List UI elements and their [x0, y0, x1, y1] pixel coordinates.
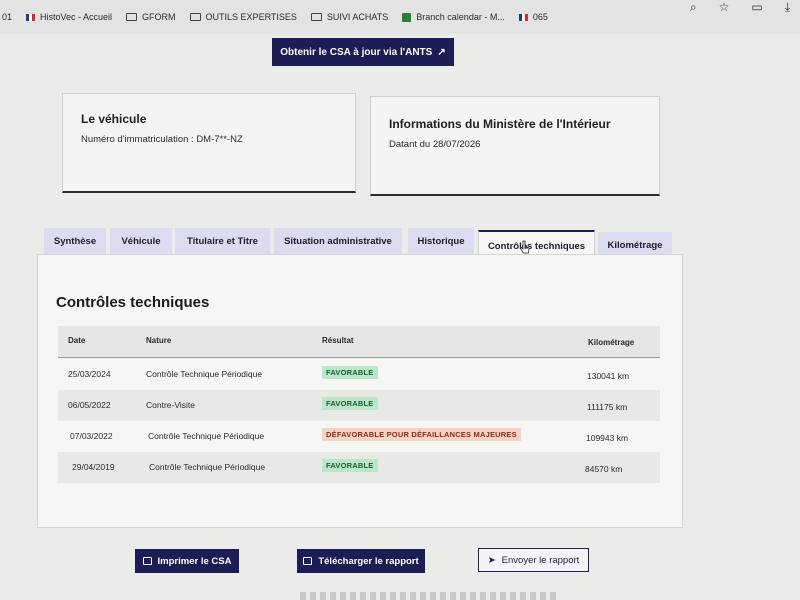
header-date: Date [68, 336, 86, 345]
table-row: 07/03/2022 Contrôle Technique Périodique… [58, 421, 660, 452]
send-icon: ➤ [487, 554, 496, 566]
vehicle-card: Le véhicule Numéro d'immatriculation : D… [62, 93, 356, 193]
folder-icon [310, 13, 322, 21]
print-csa-label: Imprimer le CSA [157, 555, 232, 567]
row-nature: Contre-Visite [146, 400, 195, 410]
search-icon[interactable]: ⌕ [690, 0, 697, 14]
calendar-icon [402, 12, 412, 22]
bookmark-label: SUIVI ACHATS [326, 12, 389, 22]
row-date: 25/03/2024 [68, 369, 111, 379]
french-flag-icon [518, 13, 528, 21]
row-km: 109943 km [586, 433, 629, 443]
ministry-date: Datant du 28/07/2026 [389, 139, 481, 150]
header-kilometrage: Kilométrage [588, 338, 635, 347]
row-km: 111175 km [587, 402, 628, 412]
registration-number: Numéro d'immatriculation : DM-7**-NZ [81, 134, 243, 145]
send-report-label: Envoyer le rapport [501, 554, 580, 566]
mouse-cursor-icon [520, 240, 530, 254]
tab-label: Véhicule [121, 235, 161, 247]
status-badge: FAVORABLE [322, 459, 378, 472]
table-header: Date Nature Résultat Kilométrage [58, 326, 660, 358]
bookmark-outils-expertises[interactable]: OUTILS EXPERTISES [189, 12, 297, 22]
header-nature: Nature [146, 336, 172, 345]
status-badge: FAVORABLE [322, 397, 378, 410]
bookmark-label: OUTILS EXPERTISES [205, 12, 297, 22]
tab-titulaire[interactable]: Titulaire et Titre [175, 228, 270, 254]
table-row: 06/05/2022 Contre-Visite FAVORABLE 11117… [58, 390, 660, 421]
tab-situation-administrative[interactable]: Situation administrative [274, 228, 402, 254]
ministry-card: Informations du Ministère de l'Intérieur… [370, 96, 660, 196]
tab-historique[interactable]: Historique [408, 228, 474, 254]
bookmark-065[interactable]: 065 [518, 12, 548, 22]
tab-label: Titulaire et Titre [187, 235, 258, 247]
bookmarks-bar: 01 HistoVec - Accueil GFORM OUTILS EXPER… [0, 0, 800, 34]
row-date: 06/05/2022 [68, 400, 111, 410]
tab-label: Synthèse [53, 235, 97, 247]
row-km: 84570 km [585, 464, 623, 474]
bookmarks-prefix: 01 [2, 12, 13, 22]
bookmark-label: Branch calendar - M... [416, 12, 505, 22]
extensions-icon[interactable]: ▭ [751, 0, 762, 14]
download-report-button[interactable]: Télécharger le rapport [297, 549, 425, 573]
section-title: Contrôles techniques [56, 294, 210, 311]
tab-label: Contrôles techniques [487, 240, 586, 252]
table-row: 25/03/2024 Contrôle Technique Périodique… [58, 359, 660, 390]
printer-icon [142, 557, 152, 565]
header-resultat: Résultat [322, 336, 354, 345]
star-icon[interactable]: ☆ [719, 0, 730, 14]
download-icon[interactable]: ⤓ [785, 0, 790, 14]
bookmark-label: 065 [532, 12, 548, 22]
bookmark-histovec[interactable]: HistoVec - Accueil [26, 12, 112, 22]
bookmark-label: GFORM [142, 12, 176, 22]
obtain-csa-button[interactable]: Obtenir le CSA à jour via l'ANTS ↗ [272, 38, 454, 66]
tab-vehicule[interactable]: Véhicule [110, 228, 172, 254]
row-km: 130041 km [587, 371, 630, 381]
browser-controls: ⌕ ☆ ▭ ⤓ [690, 0, 790, 14]
send-report-button[interactable]: ➤ Envoyer le rapport [478, 548, 589, 572]
bookmark-branch-calendar[interactable]: Branch calendar - M... [402, 12, 505, 22]
row-nature: Contrôle Technique Périodique [146, 369, 263, 379]
row-date: 07/03/2022 [70, 431, 113, 441]
bookmark-suivi-achats[interactable]: SUIVI ACHATS [310, 12, 389, 22]
footer-text-fragment [300, 592, 560, 600]
row-nature: Contrôle Technique Périodique [148, 431, 265, 441]
tab-label: Historique [417, 235, 465, 247]
bookmark-gform[interactable]: GFORM [126, 12, 176, 22]
table-row: 29/04/2019 Contrôle Technique Périodique… [58, 452, 660, 483]
obtain-csa-label: Obtenir le CSA à jour via l'ANTS [280, 46, 433, 58]
print-csa-button[interactable]: Imprimer le CSA [135, 549, 239, 573]
status-badge: FAVORABLE [322, 366, 378, 379]
french-flag-icon [26, 13, 36, 21]
external-link-icon: ↗ [437, 46, 446, 58]
tab-synthese[interactable]: Synthèse [44, 228, 106, 254]
folder-icon [189, 13, 201, 21]
tab-label: Kilométrage [607, 239, 663, 251]
printer-icon [303, 557, 313, 565]
row-date: 29/04/2019 [72, 462, 115, 472]
tab-label: Situation administrative [284, 235, 392, 247]
download-report-label: Télécharger le rapport [318, 555, 419, 567]
row-nature: Contrôle Technique Périodique [149, 462, 266, 472]
bookmark-label: HistoVec - Accueil [40, 12, 113, 22]
status-badge: DÉFAVORABLE POUR DÉFAILLANCES MAJEURES [322, 428, 521, 441]
ministry-card-title: Informations du Ministère de l'Intérieur [389, 117, 611, 131]
vehicle-card-title: Le véhicule [81, 112, 147, 126]
folder-icon [126, 13, 138, 21]
